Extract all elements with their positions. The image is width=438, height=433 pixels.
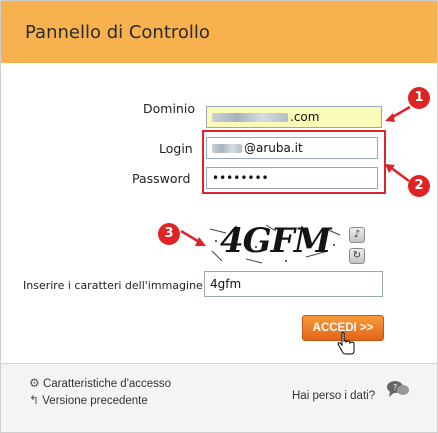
audio-icon[interactable]: ♪ — [349, 227, 365, 243]
password-field[interactable]: •••••••• — [206, 167, 378, 189]
refresh-icon[interactable]: ↻ — [349, 248, 365, 264]
dominio-field[interactable]: .com — [206, 106, 382, 128]
hand-cursor-icon — [337, 332, 355, 355]
arrow-right-icon — [385, 105, 411, 122]
captcha-input[interactable]: 4gfm — [204, 271, 383, 297]
panel-footer: ⚙ Caratteristiche d'accesso ↰ Versione p… — [1, 364, 437, 432]
captcha-label: Inserire i caratteri dell'immagine — [23, 279, 203, 292]
panel-header: Pannello di Controllo — [1, 1, 437, 63]
login-label: Login — [159, 141, 193, 156]
redacted-text — [212, 144, 242, 153]
access-features-link[interactable]: ⚙ Caratteristiche d'accesso — [29, 376, 171, 390]
lost-data-link[interactable]: Hai perso i dati? — [292, 390, 375, 402]
back-arrow-icon: ↰ — [29, 393, 40, 407]
redacted-text — [212, 113, 288, 122]
password-label: Password — [132, 171, 191, 186]
control-panel: Pannello di Controllo Dominio .com 1 Log… — [0, 0, 438, 433]
chat-bubbles-icon: ? — [387, 381, 409, 397]
annotation-badge-3: 3 — [158, 223, 180, 245]
svg-text:?: ? — [393, 383, 397, 392]
captcha-characters: 4GFM — [220, 221, 331, 261]
arrow-right-icon — [180, 229, 206, 246]
previous-version-link[interactable]: ↰ Versione precedente — [29, 393, 148, 407]
captcha-image: 4GFM — [206, 221, 344, 265]
arrow-left-up-icon — [385, 164, 410, 183]
page-title: Pannello di Controllo — [25, 22, 210, 43]
login-field[interactable]: @aruba.it — [206, 137, 378, 159]
gear-icon: ⚙ — [29, 376, 40, 390]
dominio-label: Dominio — [143, 101, 195, 116]
